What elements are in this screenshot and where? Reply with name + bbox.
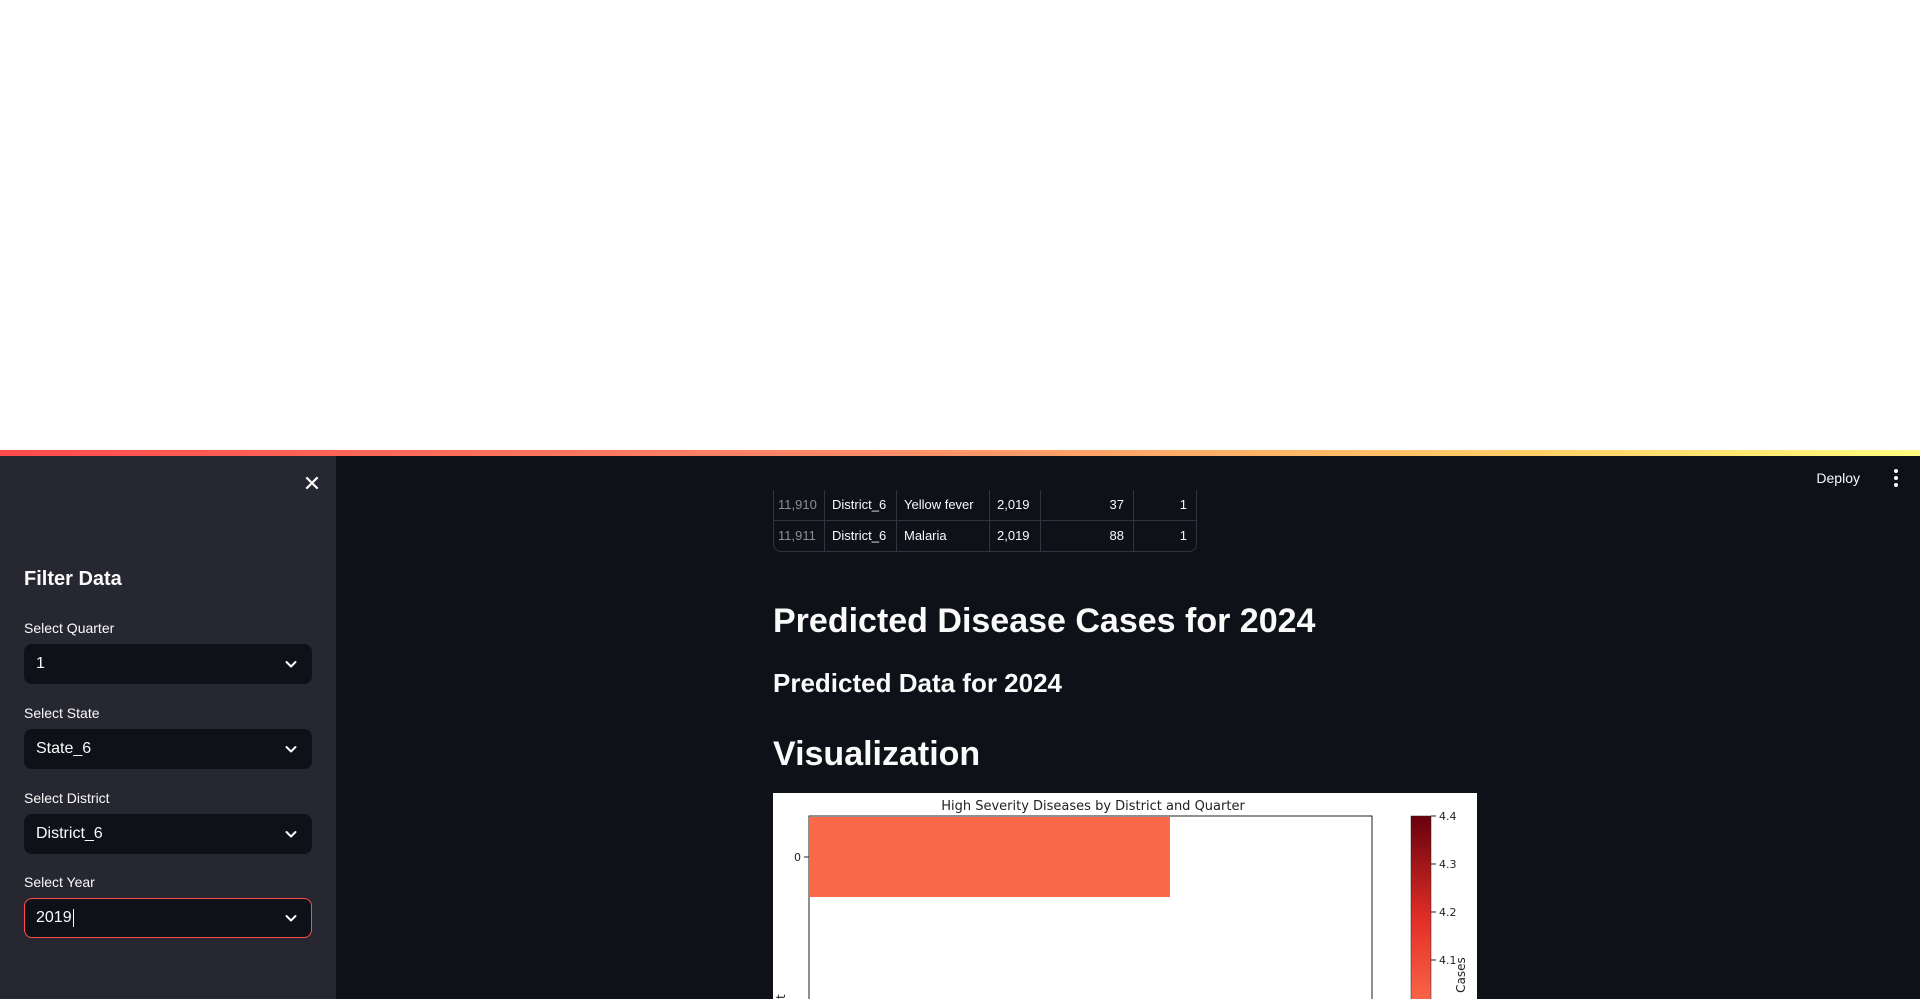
colorbar-tick-label: 4.2 — [1439, 906, 1457, 919]
quarter-value: 1 — [36, 655, 45, 672]
heatmap-svg: High Severity Diseases by District and Q… — [774, 799, 1468, 999]
predicted-data-heading: Predicted Data for 2024 — [773, 668, 1063, 698]
quarter-label: Select Quarter — [24, 620, 115, 636]
state-value: State_6 — [36, 740, 92, 757]
heatmap-cell — [810, 817, 1170, 897]
year-select[interactable]: 2019 — [24, 898, 312, 938]
cases-cell: 37 — [1041, 490, 1134, 520]
sidebar: ✕ Filter Data Select Quarter 1 Select St… — [0, 456, 336, 999]
text-caret — [72, 908, 74, 927]
quarter-select[interactable]: 1 — [24, 644, 312, 684]
data-table[interactable]: 11,910 District_6 Yellow fever 2,019 37 … — [773, 490, 1197, 552]
chevron-down-icon — [285, 746, 297, 753]
header-toolbar: Deploy — [1816, 456, 1920, 500]
state-select[interactable]: State_6 — [24, 729, 312, 769]
main-content: 11,910 District_6 Yellow fever 2,019 37 … — [773, 450, 1477, 999]
y-axis-label: t — [774, 994, 788, 999]
sidebar-title: Filter Data — [24, 568, 122, 590]
table-row[interactable]: 11,911 District_6 Malaria 2,019 88 1 — [774, 521, 1196, 551]
main-menu-button[interactable] — [1884, 466, 1908, 490]
colorbar-label: Cases — [1454, 957, 1468, 993]
colorbar-tick-label: 4.3 — [1439, 858, 1457, 871]
table-row[interactable]: 11,910 District_6 Yellow fever 2,019 37 … — [774, 490, 1196, 520]
row-index: 11,910 — [774, 490, 825, 520]
app-window: ✕ Filter Data Select Quarter 1 Select St… — [0, 450, 1920, 999]
row-index: 11,911 — [774, 521, 825, 551]
colorbar-tick-label: 4.4 — [1439, 810, 1457, 823]
chart-title: High Severity Diseases by District and Q… — [941, 799, 1245, 814]
disease-cell: Yellow fever — [897, 490, 990, 520]
y-tick-label: 0 — [794, 851, 801, 864]
heatmap-chart: High Severity Diseases by District and Q… — [773, 793, 1477, 999]
severity-cell: 1 — [1179, 497, 1187, 512]
state-label: Select State — [24, 705, 100, 721]
severity-cell: 1 — [1179, 528, 1187, 543]
district-cell: District_6 — [825, 490, 897, 520]
visualization-heading: Visualization — [773, 735, 981, 773]
cases-cell: 88 — [1041, 521, 1134, 551]
district-value: District_6 — [36, 825, 103, 842]
colorbar-ticks: 4.44.34.24.1 — [1431, 810, 1457, 967]
year-cell: 2,019 — [990, 521, 1041, 551]
district-select[interactable]: District_6 — [24, 814, 312, 854]
close-sidebar-button[interactable]: ✕ — [300, 472, 324, 496]
year-value: 2019 — [36, 909, 72, 926]
chevron-down-icon — [285, 831, 297, 838]
year-label: Select Year — [24, 874, 95, 890]
chevron-down-icon — [285, 661, 297, 668]
year-cell: 2,019 — [990, 490, 1041, 520]
district-label: Select District — [24, 790, 110, 806]
district-cell: District_6 — [825, 521, 897, 551]
colorbar — [1410, 815, 1432, 999]
disease-cell: Malaria — [897, 521, 990, 551]
page-title: Predicted Disease Cases for 2024 — [773, 602, 1316, 640]
chevron-down-icon — [285, 915, 297, 922]
deploy-button[interactable]: Deploy — [1816, 470, 1860, 486]
close-icon: ✕ — [302, 471, 322, 496]
